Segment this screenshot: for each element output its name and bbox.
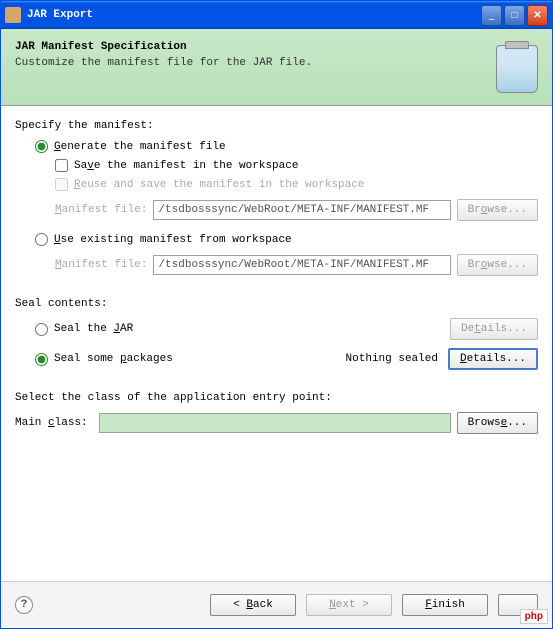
maximize-button[interactable]: □ (504, 5, 525, 26)
use-existing-label[interactable]: Use existing manifest from workspace (54, 234, 292, 246)
main-class-row: Main class: Browse... (15, 412, 538, 434)
manifest-file-label-1: Manifest file: (55, 204, 147, 216)
seal-jar-details-button: Details... (450, 318, 538, 340)
use-existing-radio[interactable] (35, 233, 48, 246)
reuse-manifest-checkbox (55, 178, 68, 191)
save-manifest-checkbox[interactable] (55, 159, 68, 172)
finish-button[interactable]: Finish (402, 594, 488, 616)
header-subtitle: Customize the manifest file for the JAR … (15, 57, 496, 69)
entry-point-label: Select the class of the application entr… (15, 392, 538, 404)
window-controls: _ □ ✕ (481, 5, 548, 26)
browse-button-1: Browse... (457, 199, 538, 221)
main-class-label: Main class: (15, 417, 93, 429)
wizard-footer: ? < Back Next > Finish (1, 581, 552, 628)
save-manifest-label[interactable]: Save the manifest in the workspace (74, 160, 298, 172)
seal-status: Nothing sealed (346, 353, 438, 365)
seal-some-radio[interactable] (35, 353, 48, 366)
minimize-button[interactable]: _ (481, 5, 502, 26)
window-title: JAR Export (27, 9, 481, 21)
manifest-file-row-1: Manifest file: Browse... (55, 199, 538, 221)
main-class-browse-button[interactable]: Browse... (457, 412, 538, 434)
reuse-manifest-check-row: Reuse and save the manifest in the works… (55, 178, 538, 191)
seal-some-details-button[interactable]: Details... (448, 348, 538, 370)
seal-jar-label[interactable]: Seal the JAR (54, 323, 133, 335)
reuse-manifest-label: Reuse and save the manifest in the works… (74, 179, 364, 191)
use-existing-radio-row: Use existing manifest from workspace (35, 233, 538, 246)
seal-some-row: Seal some packages Nothing sealed Detail… (35, 348, 538, 370)
titlebar[interactable]: JAR Export _ □ ✕ (1, 1, 552, 29)
wizard-header: JAR Manifest Specification Customize the… (1, 29, 552, 106)
seal-some-label[interactable]: Seal some packages (54, 353, 173, 365)
next-button: Next > (306, 594, 392, 616)
seal-jar-row: Seal the JAR Details... (35, 318, 538, 340)
content-area: Specify the manifest: Generate the manif… (1, 106, 552, 581)
manifest-file-input-2 (153, 255, 450, 275)
close-button[interactable]: ✕ (527, 5, 548, 26)
generate-manifest-label[interactable]: Generate the manifest file (54, 141, 226, 153)
watermark: php (520, 609, 548, 624)
header-title: JAR Manifest Specification (15, 41, 496, 53)
save-manifest-check-row: Save the manifest in the workspace (55, 159, 538, 172)
specify-manifest-label: Specify the manifest: (15, 120, 538, 132)
seal-jar-radio[interactable] (35, 323, 48, 336)
manifest-file-row-2: Manifest file: Browse... (55, 254, 538, 276)
back-button[interactable]: < Back (210, 594, 296, 616)
generate-manifest-radio[interactable] (35, 140, 48, 153)
dialog-window: JAR Export _ □ ✕ JAR Manifest Specificat… (0, 0, 553, 629)
jar-icon (496, 45, 538, 93)
main-class-input[interactable] (99, 413, 451, 433)
app-icon (5, 7, 21, 23)
manifest-file-input-1 (153, 200, 450, 220)
generate-manifest-radio-row: Generate the manifest file (35, 140, 538, 153)
browse-button-2: Browse... (457, 254, 538, 276)
help-icon[interactable]: ? (15, 596, 33, 614)
seal-contents-label: Seal contents: (15, 298, 538, 310)
manifest-file-label-2: Manifest file: (55, 259, 147, 271)
